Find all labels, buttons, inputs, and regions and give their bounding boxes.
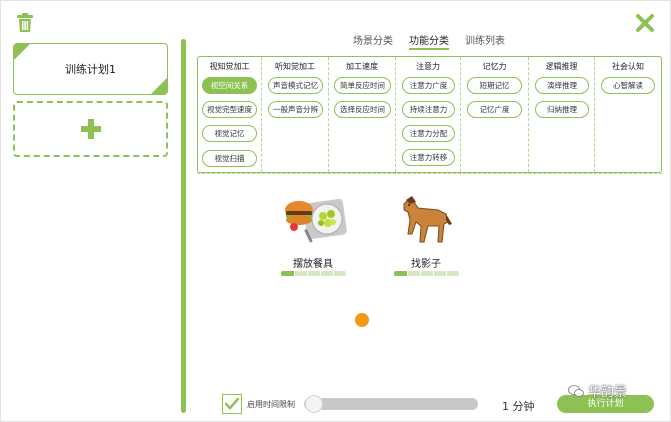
category-item[interactable]: 一般声音分辨 [268, 101, 323, 118]
category-item[interactable]: 视空间关系 [202, 77, 257, 94]
watermark-text: 华韵景 [588, 385, 628, 400]
game-name: 找影子 [411, 259, 441, 270]
category-memory: 记忆力 短期记忆 记忆广度 [461, 57, 529, 172]
category-item[interactable]: 演绎推理 [535, 77, 589, 94]
category-auditory-perception: 听知觉加工 声音模式记忆 一般声音分辨 [262, 57, 329, 172]
check-icon [224, 397, 240, 410]
card-corner-decoration [14, 44, 30, 60]
category-item[interactable]: 记忆广度 [467, 101, 522, 118]
category-item[interactable]: 注意力分配 [402, 125, 455, 142]
progress-fill [394, 271, 407, 276]
category-social-cognition: 社会认知 心智解读 [595, 57, 661, 172]
progress-fill [281, 271, 294, 276]
category-title: 逻辑推理 [545, 62, 578, 71]
game-progress-bar [281, 271, 346, 276]
time-slider-track[interactable] [304, 398, 478, 410]
category-item[interactable]: 视觉完型速度 [202, 101, 257, 118]
category-title: 视知觉加工 [209, 62, 250, 71]
tab-function[interactable]: 功能分类 [409, 32, 449, 50]
game-card-find-shadow[interactable]: 找影子 [386, 189, 466, 279]
section-divider [197, 173, 662, 174]
category-title: 听知觉加工 [275, 62, 315, 71]
category-item[interactable]: 归纳推理 [535, 101, 589, 118]
category-attention: 注意力 注意力广度 持续注意力 注意力分配 注意力转移 [396, 57, 461, 172]
category-item[interactable]: 注意力广度 [402, 77, 455, 94]
tableware-plate-icon [277, 189, 349, 245]
category-item[interactable]: 视觉扫描 [202, 150, 257, 167]
category-item[interactable]: 持续注意力 [402, 101, 455, 118]
category-item[interactable]: 注意力转移 [402, 149, 455, 166]
category-item[interactable]: 简单反应时间 [334, 77, 391, 94]
game-name: 摆放餐具 [293, 259, 333, 270]
tab-scene[interactable]: 场景分类 [353, 32, 393, 50]
training-plan-card[interactable]: 训练计划1 [13, 43, 168, 95]
game-card-tableware[interactable]: 摆放餐具 [273, 189, 353, 279]
category-title: 注意力 [416, 62, 440, 71]
category-item[interactable]: 声音模式记忆 [268, 77, 323, 94]
panel-divider-scrollbar[interactable] [181, 39, 186, 413]
game-progress-bar [394, 271, 459, 276]
minutes-value: 1 分钟 [502, 400, 535, 413]
horse-icon [398, 194, 454, 246]
trash-icon[interactable] [16, 13, 34, 33]
watermark: 华韵景 [568, 381, 627, 400]
wechat-icon [568, 384, 584, 397]
time-limit-checkbox[interactable] [222, 394, 242, 414]
category-item[interactable]: 视觉记忆 [202, 125, 257, 142]
category-item[interactable]: 选择反应时间 [334, 101, 391, 118]
time-limit-label: 启用时间限制 [247, 400, 295, 409]
add-plan-button[interactable] [13, 101, 168, 157]
close-icon[interactable] [635, 13, 655, 33]
time-slider-thumb[interactable] [305, 395, 323, 413]
category-tabs: 场景分类 功能分类 训练列表 [353, 32, 505, 50]
page-indicator-dot[interactable] [355, 313, 369, 327]
category-item[interactable]: 心智解读 [601, 77, 655, 94]
category-item[interactable]: 短期记忆 [467, 77, 522, 94]
category-title: 加工速度 [346, 62, 378, 71]
category-title: 记忆力 [482, 62, 507, 71]
training-plan-label: 训练计划1 [65, 63, 116, 76]
category-visual-perception: 视知觉加工 视空间关系 视觉完型速度 视觉记忆 视觉扫描 [198, 57, 262, 172]
category-title: 社会认知 [612, 62, 644, 71]
category-logical-reasoning: 逻辑推理 演绎推理 归纳推理 [529, 57, 595, 172]
card-corner-decoration [151, 78, 167, 94]
tab-training-list[interactable]: 训练列表 [465, 32, 505, 50]
function-category-grid: 视知觉加工 视空间关系 视觉完型速度 视觉记忆 视觉扫描 听知觉加工 声音模式记… [197, 56, 662, 173]
app-window: 训练计划1 场景分类 功能分类 训练列表 视知觉加工 视空间关系 视觉完型速度 … [0, 0, 671, 422]
category-processing-speed: 加工速度 简单反应时间 选择反应时间 [329, 57, 396, 172]
